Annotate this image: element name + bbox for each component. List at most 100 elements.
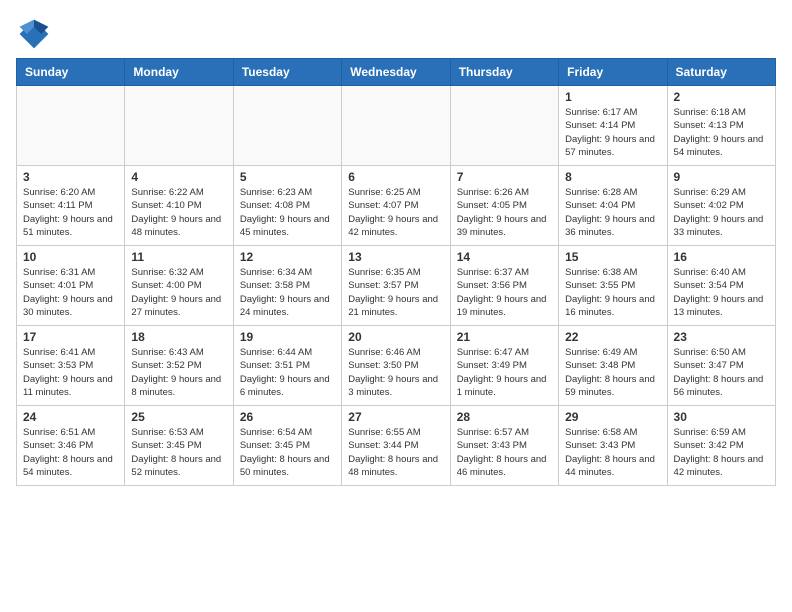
calendar-cell: 16 Sunrise: 6:40 AM Sunset: 3:54 PM Dayli… [667,246,775,326]
calendar-week-row: 3 Sunrise: 6:20 AM Sunset: 4:11 PM Daylig… [17,166,776,246]
col-header-thursday: Thursday [450,59,558,86]
day-number: 18 [131,330,226,344]
calendar-cell: 19 Sunrise: 6:44 AM Sunset: 3:51 PM Dayli… [233,326,341,406]
day-info: Sunrise: 6:29 AM Sunset: 4:02 PM Dayligh… [674,186,769,239]
calendar-cell: 3 Sunrise: 6:20 AM Sunset: 4:11 PM Daylig… [17,166,125,246]
day-number: 1 [565,90,660,104]
calendar-cell: 23 Sunrise: 6:50 AM Sunset: 3:47 PM Dayli… [667,326,775,406]
day-info: Sunrise: 6:49 AM Sunset: 3:48 PM Dayligh… [565,346,660,399]
calendar-cell: 14 Sunrise: 6:37 AM Sunset: 3:56 PM Dayli… [450,246,558,326]
calendar-cell: 24 Sunrise: 6:51 AM Sunset: 3:46 PM Dayli… [17,406,125,486]
day-info: Sunrise: 6:59 AM Sunset: 3:42 PM Dayligh… [674,426,769,479]
day-number: 12 [240,250,335,264]
day-info: Sunrise: 6:37 AM Sunset: 3:56 PM Dayligh… [457,266,552,319]
col-header-tuesday: Tuesday [233,59,341,86]
col-header-wednesday: Wednesday [342,59,450,86]
calendar-cell: 10Sunrise: 6:31 AM Sunset: 4:01 PM Dayli… [17,246,125,326]
day-info: Sunrise: 6:23 AM Sunset: 4:08 PM Dayligh… [240,186,335,239]
day-number: 6 [348,170,443,184]
calendar-week-row: 1 Sunrise: 6:17 AM Sunset: 4:14 PM Daylig… [17,86,776,166]
calendar-cell: 28 Sunrise: 6:57 AM Sunset: 3:43 PM Dayli… [450,406,558,486]
day-number: 19 [240,330,335,344]
calendar-cell: 5 Sunrise: 6:23 AM Sunset: 4:08 PM Daylig… [233,166,341,246]
day-number: 11 [131,250,226,264]
day-number: 9 [674,170,769,184]
calendar-week-row: 10Sunrise: 6:31 AM Sunset: 4:01 PM Dayli… [17,246,776,326]
day-info: Sunrise: 6:51 AM Sunset: 3:46 PM Dayligh… [23,426,118,479]
calendar-cell: 4Sunrise: 6:22 AM Sunset: 4:10 PM Daylig… [125,166,233,246]
day-info: Sunrise: 6:17 AM Sunset: 4:14 PM Dayligh… [565,106,660,159]
day-info: Sunrise: 6:47 AM Sunset: 3:49 PM Dayligh… [457,346,552,399]
day-number: 5 [240,170,335,184]
day-number: 15 [565,250,660,264]
col-header-saturday: Saturday [667,59,775,86]
page-header [16,16,776,52]
day-info: Sunrise: 6:53 AM Sunset: 3:45 PM Dayligh… [131,426,226,479]
day-number: 25 [131,410,226,424]
calendar-cell [342,86,450,166]
calendar-cell: 8 Sunrise: 6:28 AM Sunset: 4:04 PM Daylig… [559,166,667,246]
day-info: Sunrise: 6:20 AM Sunset: 4:11 PM Dayligh… [23,186,118,239]
day-number: 16 [674,250,769,264]
day-number: 30 [674,410,769,424]
day-info: Sunrise: 6:46 AM Sunset: 3:50 PM Dayligh… [348,346,443,399]
calendar-header-row: SundayMondayTuesdayWednesdayThursdayFrid… [17,59,776,86]
calendar-cell [17,86,125,166]
day-info: Sunrise: 6:18 AM Sunset: 4:13 PM Dayligh… [674,106,769,159]
calendar-cell [450,86,558,166]
day-number: 14 [457,250,552,264]
day-number: 28 [457,410,552,424]
calendar-cell: 20 Sunrise: 6:46 AM Sunset: 3:50 PM Dayli… [342,326,450,406]
calendar-cell: 13 Sunrise: 6:35 AM Sunset: 3:57 PM Dayli… [342,246,450,326]
calendar-cell: 2 Sunrise: 6:18 AM Sunset: 4:13 PM Daylig… [667,86,775,166]
calendar-cell [125,86,233,166]
col-header-sunday: Sunday [17,59,125,86]
day-info: Sunrise: 6:26 AM Sunset: 4:05 PM Dayligh… [457,186,552,239]
day-info: Sunrise: 6:35 AM Sunset: 3:57 PM Dayligh… [348,266,443,319]
calendar-cell: 11Sunrise: 6:32 AM Sunset: 4:00 PM Dayli… [125,246,233,326]
day-info: Sunrise: 6:31 AM Sunset: 4:01 PM Dayligh… [23,266,118,319]
day-number: 2 [674,90,769,104]
day-number: 20 [348,330,443,344]
day-info: Sunrise: 6:58 AM Sunset: 3:43 PM Dayligh… [565,426,660,479]
col-header-monday: Monday [125,59,233,86]
day-number: 13 [348,250,443,264]
day-number: 21 [457,330,552,344]
calendar-cell: 1 Sunrise: 6:17 AM Sunset: 4:14 PM Daylig… [559,86,667,166]
calendar-cell [233,86,341,166]
day-info: Sunrise: 6:57 AM Sunset: 3:43 PM Dayligh… [457,426,552,479]
calendar-week-row: 17 Sunrise: 6:41 AM Sunset: 3:53 PM Dayli… [17,326,776,406]
day-number: 22 [565,330,660,344]
day-info: Sunrise: 6:44 AM Sunset: 3:51 PM Dayligh… [240,346,335,399]
day-number: 24 [23,410,118,424]
calendar-cell: 26Sunrise: 6:54 AM Sunset: 3:45 PM Dayli… [233,406,341,486]
calendar-cell: 21 Sunrise: 6:47 AM Sunset: 3:49 PM Dayli… [450,326,558,406]
day-number: 27 [348,410,443,424]
day-number: 17 [23,330,118,344]
calendar-cell: 6Sunrise: 6:25 AM Sunset: 4:07 PM Daylig… [342,166,450,246]
day-info: Sunrise: 6:50 AM Sunset: 3:47 PM Dayligh… [674,346,769,399]
calendar-cell: 22 Sunrise: 6:49 AM Sunset: 3:48 PM Dayli… [559,326,667,406]
calendar-table: SundayMondayTuesdayWednesdayThursdayFrid… [16,58,776,486]
calendar-week-row: 24 Sunrise: 6:51 AM Sunset: 3:46 PM Dayli… [17,406,776,486]
day-number: 29 [565,410,660,424]
logo [16,16,56,52]
calendar-cell: 9 Sunrise: 6:29 AM Sunset: 4:02 PM Daylig… [667,166,775,246]
day-number: 3 [23,170,118,184]
day-info: Sunrise: 6:38 AM Sunset: 3:55 PM Dayligh… [565,266,660,319]
day-number: 23 [674,330,769,344]
day-number: 8 [565,170,660,184]
day-info: Sunrise: 6:34 AM Sunset: 3:58 PM Dayligh… [240,266,335,319]
day-info: Sunrise: 6:41 AM Sunset: 3:53 PM Dayligh… [23,346,118,399]
logo-icon [16,16,52,52]
calendar-cell: 15 Sunrise: 6:38 AM Sunset: 3:55 PM Dayli… [559,246,667,326]
day-info: Sunrise: 6:28 AM Sunset: 4:04 PM Dayligh… [565,186,660,239]
calendar-cell: 12 Sunrise: 6:34 AM Sunset: 3:58 PM Dayli… [233,246,341,326]
calendar-cell: 17 Sunrise: 6:41 AM Sunset: 3:53 PM Dayli… [17,326,125,406]
calendar-cell: 30 Sunrise: 6:59 AM Sunset: 3:42 PM Dayli… [667,406,775,486]
day-info: Sunrise: 6:54 AM Sunset: 3:45 PM Dayligh… [240,426,335,479]
calendar-cell: 29 Sunrise: 6:58 AM Sunset: 3:43 PM Dayli… [559,406,667,486]
day-info: Sunrise: 6:40 AM Sunset: 3:54 PM Dayligh… [674,266,769,319]
day-number: 7 [457,170,552,184]
day-info: Sunrise: 6:22 AM Sunset: 4:10 PM Dayligh… [131,186,226,239]
